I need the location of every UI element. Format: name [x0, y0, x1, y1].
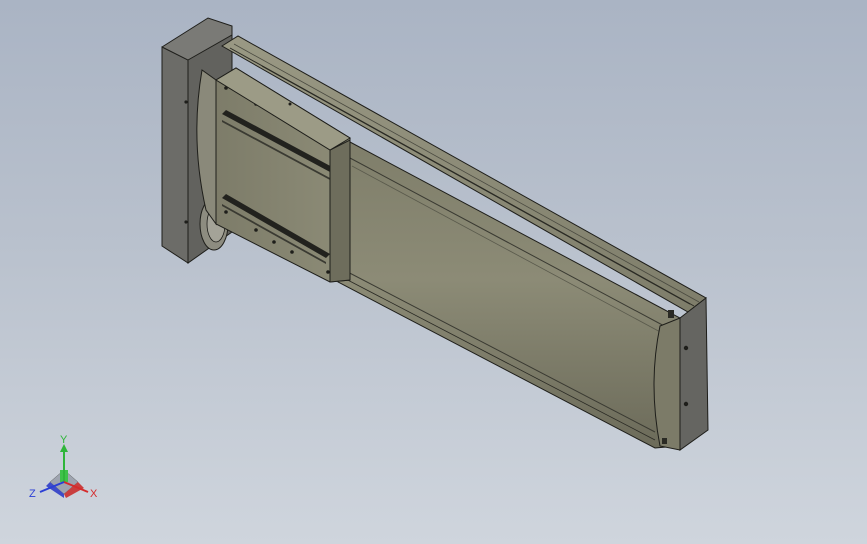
z-axis-label: Z	[29, 488, 36, 500]
y-axis-label: Y	[60, 434, 68, 446]
orientation-triad: Y X Z	[29, 434, 98, 500]
x-axis-label: X	[90, 488, 98, 500]
cad-viewport[interactable]: Y X Z	[0, 0, 867, 544]
